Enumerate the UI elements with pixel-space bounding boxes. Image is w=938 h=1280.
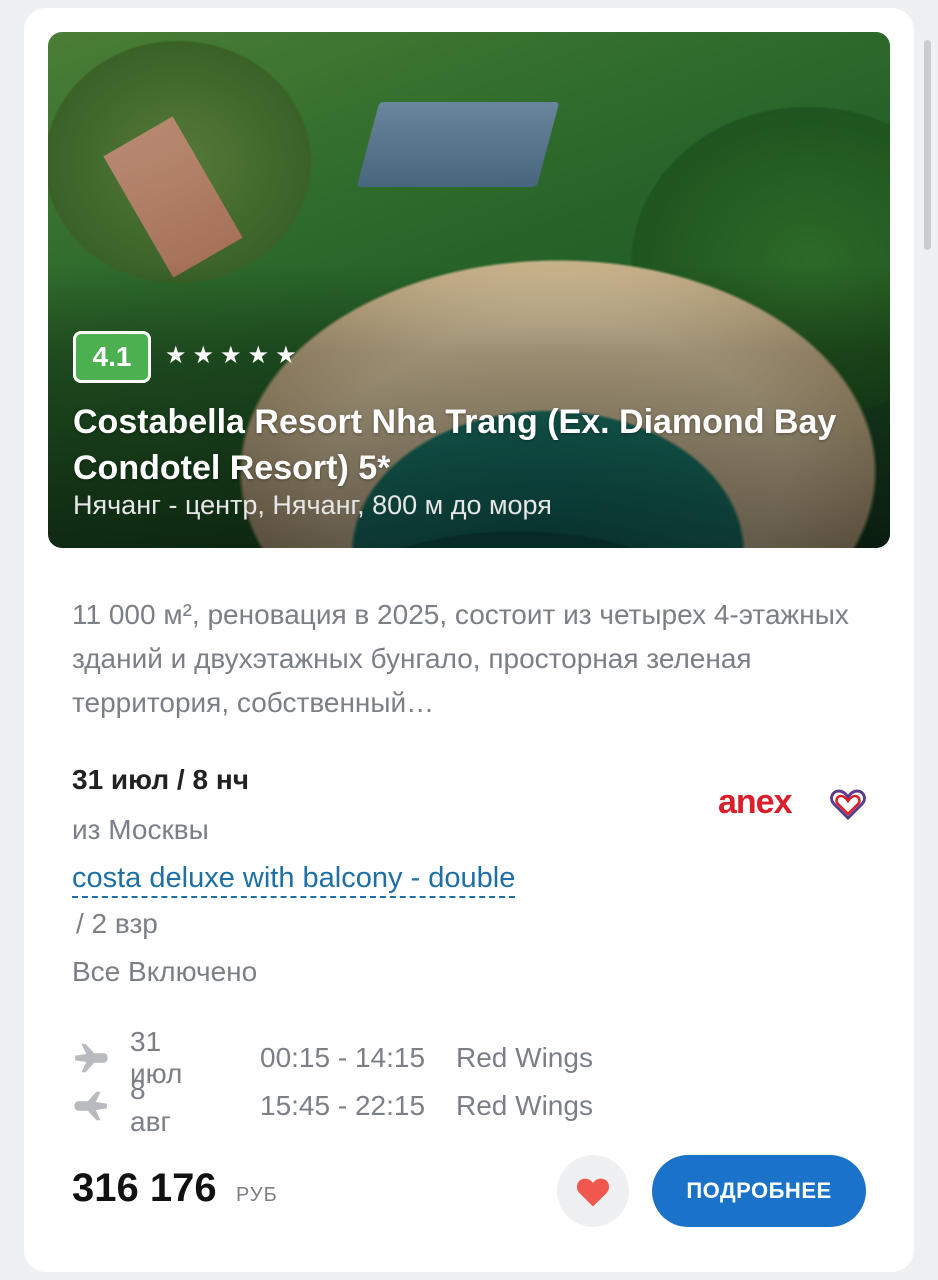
star-rating: ★ ★ ★ ★ ★ <box>165 340 297 372</box>
price-currency: РУБ <box>236 1184 278 1206</box>
flight-time: 00:15 - 14:15 <box>260 1042 426 1073</box>
guests-count: / 2 взр <box>76 908 158 939</box>
flight-time: 15:45 - 22:15 <box>260 1090 426 1121</box>
rating-badge: 4.1 <box>73 331 151 383</box>
meal-plan: Все Включено <box>72 956 258 987</box>
hotel-name[interactable]: Costabella Resort Nha Trang (Ex. Diamond… <box>73 399 863 491</box>
tour-date: 31 июл / 8 нч <box>72 764 249 795</box>
tour-price: 316 176 <box>72 1166 217 1210</box>
plane-return-icon <box>74 1091 107 1121</box>
flight-airline: Red Wings <box>456 1042 593 1073</box>
room-type-link[interactable]: costa deluxe with balcony - double <box>72 860 516 898</box>
operator-logo-text: anex <box>718 783 793 821</box>
details-button[interactable]: ПОДРОБНЕЕ <box>652 1155 866 1227</box>
departure-city: из Москвы <box>72 814 209 845</box>
star-icon: ★ <box>192 342 215 369</box>
operator-logo: anex <box>718 783 866 821</box>
star-icon: ★ <box>220 342 242 369</box>
hotel-description: 11 000 м², реновация в 2025, состоит из … <box>72 599 849 718</box>
favorite-button[interactable] <box>557 1155 629 1227</box>
flight-row-departure: 31 июл 00:15 - 14:15 Red Wings <box>72 1026 593 1089</box>
star-icon: ★ <box>275 342 297 369</box>
hotel-location: Нячанг - центр, Нячанг, 800 м до моря <box>73 490 552 520</box>
page-scrollbar[interactable] <box>924 40 931 250</box>
flight-date: 8 авг <box>130 1074 171 1137</box>
plane-departure-icon <box>75 1043 108 1073</box>
star-icon: ★ <box>247 342 270 369</box>
flight-airline: Red Wings <box>456 1090 593 1121</box>
heart-icon <box>576 1178 610 1207</box>
flight-row-return: 8 авг 15:45 - 22:15 Red Wings <box>72 1074 593 1137</box>
star-icon: ★ <box>165 342 187 369</box>
